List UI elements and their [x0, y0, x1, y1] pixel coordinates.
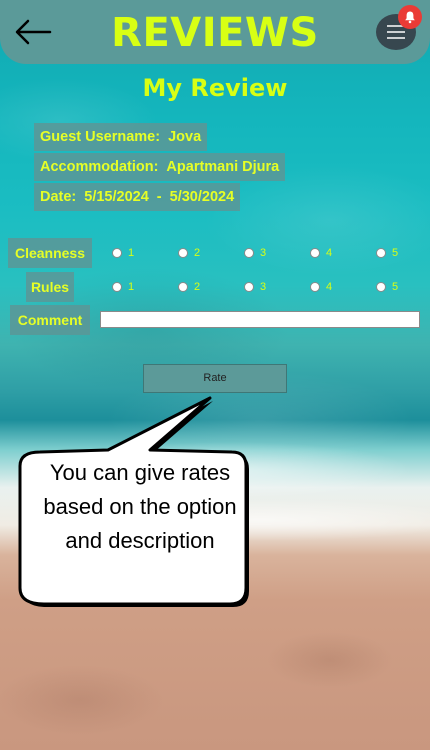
accommodation-value: Apartmani Djura [166, 159, 280, 175]
radio-circle [244, 248, 254, 258]
cleanness-radio-1[interactable]: 1 [112, 247, 134, 259]
bell-icon [405, 11, 415, 24]
comment-input[interactable] [100, 311, 420, 328]
date-start: 5/15/2024 [84, 189, 149, 205]
rules-label: Rules [26, 272, 74, 302]
date-end: 5/30/2024 [169, 189, 235, 205]
comment-label: Comment [10, 305, 90, 335]
guest-username-label: Guest Username: [40, 129, 161, 145]
accommodation-label: Accommodation: [40, 159, 159, 175]
radio-circle [310, 282, 320, 292]
cleanness-radio-5[interactable]: 5 [376, 247, 398, 259]
cleanness-radio-2[interactable]: 2 [178, 247, 200, 259]
date-label: Date: [40, 189, 77, 205]
rules-radio-2[interactable]: 2 [178, 281, 200, 293]
rules-radio-1[interactable]: 1 [112, 281, 134, 293]
radio-label: 3 [260, 247, 267, 259]
radio-label: 3 [260, 281, 267, 293]
radio-circle [376, 248, 386, 258]
guest-username-value: Jova [168, 129, 202, 145]
rules-radio-4[interactable]: 4 [310, 281, 332, 293]
radio-circle [112, 282, 122, 292]
radio-label: 1 [128, 247, 135, 259]
section-title: My Review [142, 74, 288, 102]
radio-circle [310, 248, 320, 258]
accommodation-field: Accommodation: Apartmani Djura [34, 153, 286, 181]
radio-circle [376, 282, 386, 292]
radio-label: 5 [392, 247, 399, 259]
date-separator: - [156, 189, 162, 205]
rules-radio-3[interactable]: 3 [244, 281, 266, 293]
radio-label: 1 [128, 281, 135, 293]
page-title: REVIEWS [111, 10, 319, 56]
radio-label: 4 [326, 247, 333, 259]
radio-label: 5 [392, 281, 399, 293]
date-field: Date: 5/15/2024-5/30/2024 [34, 183, 241, 211]
radio-label: 4 [326, 281, 333, 293]
notification-button[interactable] [398, 5, 422, 29]
radio-circle [244, 282, 254, 292]
rate-button[interactable]: Rate [143, 364, 287, 393]
cleanness-label: Cleanness [8, 238, 92, 268]
radio-circle [178, 282, 188, 292]
rules-radio-5[interactable]: 5 [376, 281, 398, 293]
cleanness-radio-4[interactable]: 4 [310, 247, 332, 259]
radio-label: 2 [194, 247, 201, 259]
guest-username-field: Guest Username: Jova [34, 123, 208, 151]
cleanness-radio-3[interactable]: 3 [244, 247, 266, 259]
header-bar: REVIEWS [0, 0, 430, 64]
radio-circle [112, 248, 122, 258]
radio-circle [178, 248, 188, 258]
tooltip-text: You can give rates based on the option a… [43, 460, 237, 553]
radio-label: 2 [194, 281, 201, 293]
